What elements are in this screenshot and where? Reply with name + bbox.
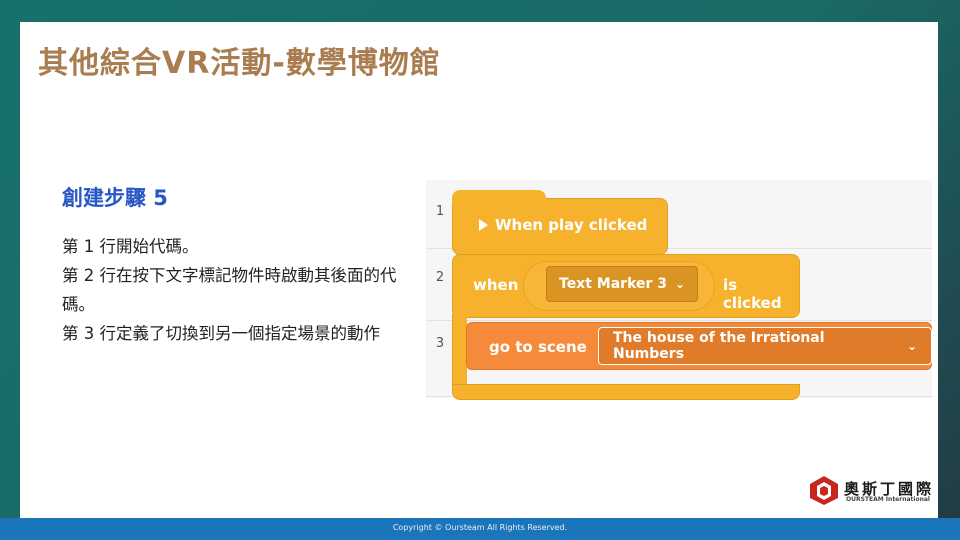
logo-subtitle: OURSTEAM International [846,496,930,503]
step-heading: 創建步驟 5 [62,186,168,210]
is-clicked-label: is clicked [723,276,782,312]
text-marker-dropdown[interactable]: Text Marker 3 ⌄ [546,266,699,302]
footer-bar: Copyright © Oursteam All Rights Reserved… [0,518,960,540]
when-play-clicked-block[interactable]: When play clicked [452,198,668,255]
block-hat [452,190,546,206]
chevron-down-icon: ⌄ [675,277,686,291]
logo-mark-icon [810,476,838,505]
block-label: When play clicked [495,216,648,234]
block-label: go to scene [489,338,587,356]
line-number: 2 [435,270,445,285]
description-line-1: 第 1 行開始代碼。 [62,237,199,256]
dropdown-value: Text Marker 3 [559,276,668,292]
description-line-3: 第 3 行定義了切換到另一個指定場景的動作 [62,324,380,343]
line-number: 3 [435,336,445,351]
when-label: when [473,276,519,294]
play-icon [479,219,488,231]
company-logo: 奧斯丁國際 OURSTEAM International [808,474,938,508]
description-line-2: 第 2 行在按下文字標記物件時啟動其後面的代碼。 [62,266,397,314]
code-editor: 1 2 3 When play clicked when is clicked … [426,180,932,400]
dropdown-value: The house of the Irrational Numbers [613,330,825,362]
c-block-arm [452,314,467,388]
scene-dropdown[interactable]: The house of the Irrational Numbers ⌄ [598,327,932,365]
c-block-bottom [452,384,800,400]
chevron-down-icon: ⌄ [906,339,917,353]
line-number: 1 [435,204,445,219]
slide-title: 其他綜合VR活動-數學博物館 [38,46,441,81]
copyright-text: Copyright © Oursteam All Rights Reserved… [392,523,568,532]
row-divider [426,320,932,321]
step-description: 第 1 行開始代碼。 第 2 行在按下文字標記物件時啟動其後面的代碼。 第 3 … [62,232,412,348]
